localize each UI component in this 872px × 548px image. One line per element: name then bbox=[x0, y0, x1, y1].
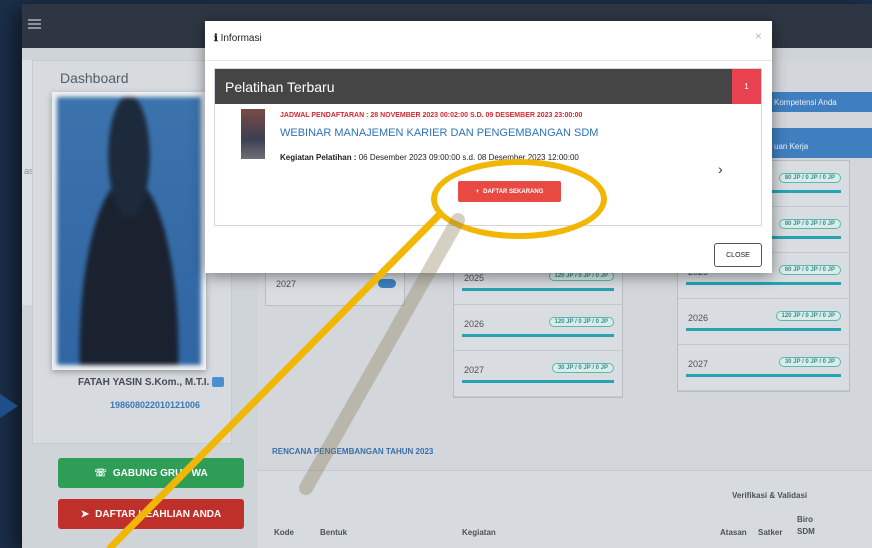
join-wa-label: GABUNG GRUP WA bbox=[112, 467, 208, 479]
event-thumbnail bbox=[241, 109, 265, 159]
section-title-rencana: RENCANA PENGEMBANGAN TAHUN 2023 bbox=[272, 447, 434, 456]
close-icon[interactable]: × bbox=[755, 29, 762, 43]
user-name-text: FATAH YASIN S.Kom., M.T.I. bbox=[78, 377, 210, 388]
join-wa-group-button[interactable]: ☏ GABUNG GRUP WA bbox=[58, 458, 244, 488]
row-year: 2027 bbox=[688, 359, 709, 369]
row-year: 2026 bbox=[688, 313, 709, 323]
jp-badge: 120 JP / 0 JP / 0 JP bbox=[548, 317, 614, 327]
page-title: Dashboard bbox=[60, 70, 129, 86]
progress-bar bbox=[686, 282, 841, 285]
tab-satuan-kerja[interactable]: uan Kerja bbox=[766, 128, 872, 158]
row-year: 2025 bbox=[464, 273, 485, 283]
col-bentuk: Bentuk bbox=[320, 528, 348, 537]
jp-grid-left: 2025 120 JP / 0 JP / 0 JP 2026 120 JP / 0 … bbox=[453, 258, 623, 398]
col-satker: Satker bbox=[758, 528, 783, 537]
user-name: FATAH YASIN S.Kom., M.T.I. bbox=[78, 377, 268, 388]
count-badge: 1 bbox=[732, 69, 761, 104]
progress-bar bbox=[462, 288, 614, 291]
col-biro-sdm: Biro SDM bbox=[797, 515, 815, 536]
col-kode: Kode bbox=[274, 528, 294, 537]
col-kegiatan: Kegiatan bbox=[462, 528, 496, 537]
whatsapp-icon: ☏ bbox=[94, 467, 107, 479]
rencana-table: Verifikasi & Validasi Kode Bentuk Kegiat… bbox=[258, 470, 872, 548]
panel-header: Pelatihan Terbaru 1 bbox=[215, 69, 761, 104]
jp-badge: 30 JP / 0 JP / 0 JP bbox=[551, 363, 614, 373]
info-icon: ℹ bbox=[214, 33, 218, 44]
register-expertise-label: DAFTAR KEAHLIAN ANDA bbox=[95, 508, 222, 520]
row-year: 2026 bbox=[464, 319, 485, 329]
registration-schedule: JADWAL PENDAFTARAN : 28 NOVEMBER 2023 00… bbox=[280, 112, 583, 119]
avatar bbox=[57, 97, 201, 365]
tab-kompetensi[interactable]: Kompetensi Anda bbox=[766, 92, 872, 112]
jp-badge: 80 JP / 0 JP / 0 JP bbox=[778, 219, 841, 229]
highlight-ring bbox=[431, 159, 607, 239]
jp-badge: 30 JP / 0 JP / 0 JP bbox=[778, 357, 841, 367]
row-year: 2027 bbox=[464, 365, 485, 375]
jp-badge: 60 JP / 0 JP / 0 JP bbox=[778, 265, 841, 275]
table-row: 2026 120 JP / 0 JP / 0 JP bbox=[678, 299, 849, 345]
profile-photo bbox=[52, 92, 206, 370]
event-title-link[interactable]: WEBINAR MANAJEMEN KARIER DAN PENGEMBANGA… bbox=[280, 127, 598, 139]
close-button[interactable]: CLOSE bbox=[714, 243, 762, 267]
table-row: 2027 30 JP / 0 JP / 0 JP bbox=[454, 351, 622, 397]
register-expertise-button[interactable]: ➤ DAFTAR KEAHLIAN ANDA bbox=[58, 499, 244, 529]
status-pill bbox=[378, 279, 396, 288]
pointer-arrow-icon bbox=[0, 394, 18, 418]
panel-title: Pelatihan Terbaru bbox=[225, 79, 335, 95]
user-nip: 198608022010121006 bbox=[109, 400, 201, 410]
table-row: 2027 30 JP / 0 JP / 0 JP bbox=[678, 345, 849, 391]
progress-bar bbox=[462, 334, 614, 337]
chevron-right-icon[interactable]: › bbox=[718, 161, 723, 177]
event-period-label: Kegiatan Pelatihan : bbox=[280, 153, 357, 162]
modal-title-text: Informasi bbox=[220, 33, 262, 44]
progress-bar bbox=[686, 328, 841, 331]
modal-header: ℹ Informasi × bbox=[205, 21, 772, 61]
hamburger-menu-icon[interactable] bbox=[28, 19, 41, 29]
modal-title: ℹ Informasi bbox=[214, 33, 262, 44]
edit-profile-icon[interactable] bbox=[212, 377, 225, 388]
jp-badge: 80 JP / 0 JP / 0 JP bbox=[778, 173, 841, 183]
jp-summary-card: 2027 bbox=[265, 270, 405, 306]
table-row: 2026 120 JP / 0 JP / 0 JP bbox=[454, 305, 622, 351]
progress-bar bbox=[462, 380, 614, 383]
jp-badge: 120 JP / 0 JP / 0 JP bbox=[775, 311, 841, 321]
verifikasi-group-header: Verifikasi & Validasi bbox=[732, 491, 808, 500]
col-atasan: Atasan bbox=[720, 528, 747, 537]
year-label: 2027 bbox=[276, 279, 297, 289]
progress-bar bbox=[686, 374, 841, 377]
tag-icon: ➤ bbox=[80, 508, 90, 520]
